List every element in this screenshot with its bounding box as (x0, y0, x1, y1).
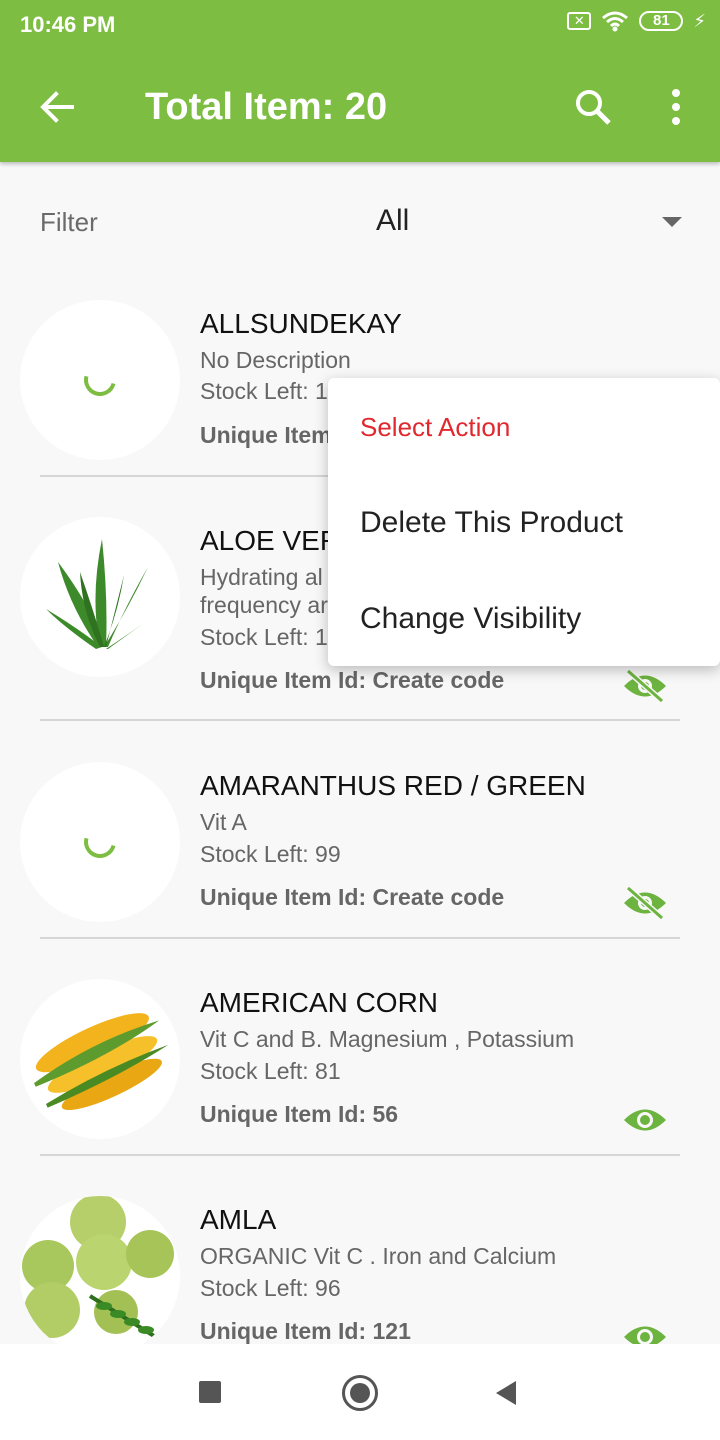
corn-image (34, 1013, 169, 1111)
back-triangle-icon[interactable] (496, 1381, 516, 1405)
product-stock: Stock Left: 81 (200, 1058, 341, 1084)
dropdown-arrow-icon[interactable] (662, 217, 682, 227)
filter-label: Filter (40, 207, 98, 237)
product-name: ALLSUNDEKAY (200, 308, 402, 339)
sim-icon: ✕ (567, 12, 592, 30)
product-unique-id: Unique Item Id: Create code (200, 667, 505, 693)
product-name: AMLA (200, 1204, 277, 1235)
back-arrow-icon[interactable] (34, 84, 80, 130)
list-item[interactable]: AMERICAN CORN Vit C and B. Magnesium , P… (0, 979, 720, 1196)
status-icons: ✕ 81 ⚡ (567, 10, 706, 32)
amla-image (22, 1196, 174, 1348)
product-image (20, 979, 180, 1139)
product-image (20, 1196, 180, 1356)
visibility-off-icon[interactable] (622, 886, 668, 920)
search-icon[interactable] (570, 84, 616, 130)
product-name: ALOE VER (200, 525, 341, 556)
loading-spinner-icon (78, 820, 122, 864)
product-description: Vit A (200, 809, 247, 835)
visibility-icon[interactable] (622, 1103, 668, 1137)
charging-icon: ⚡ (693, 10, 706, 31)
change-visibility-option[interactable]: Change Visibility (360, 602, 581, 636)
battery-icon: 81 (639, 11, 684, 31)
product-name: AMERICAN CORN (200, 987, 439, 1018)
product-unique-id: Unique Item Id: Create code (200, 884, 505, 910)
more-menu-icon[interactable] (654, 84, 698, 130)
status-bar: 10:46 PM ✕ 81 ⚡ (0, 0, 720, 50)
product-description: ORGANIC Vit C . Iron and Calcium (200, 1243, 557, 1269)
product-image (20, 517, 180, 677)
status-time: 10:46 PM (20, 12, 116, 37)
product-unique-id: Unique Item (200, 422, 332, 448)
filter-dropdown[interactable]: All (376, 204, 409, 238)
divider (40, 937, 680, 939)
product-image (20, 762, 180, 922)
aloe-vera-image (46, 539, 158, 649)
product-stock: Stock Left: 1 (200, 624, 328, 650)
product-unique-id: Unique Item Id: 56 (200, 1101, 399, 1127)
popup-title: Select Action (360, 412, 511, 442)
product-stock: Stock Left: 1 (200, 378, 328, 404)
home-icon[interactable] (342, 1375, 378, 1411)
product-unique-id: Unique Item Id: 121 (200, 1318, 411, 1344)
loading-spinner-icon (78, 358, 122, 402)
recents-icon[interactable] (199, 1381, 221, 1403)
app-bar: 10:46 PM ✕ 81 ⚡ Total Item: 20 (0, 0, 720, 162)
delete-product-option[interactable]: Delete This Product (360, 506, 623, 540)
system-nav-bar (0, 1344, 720, 1440)
divider (40, 719, 680, 721)
product-name: AMARANTHUS RED / GREEN (200, 770, 586, 801)
page-title: Total Item: 20 (145, 86, 388, 128)
product-description: Vit C and B. Magnesium , Potassium (200, 1026, 575, 1052)
product-stock: Stock Left: 96 (200, 1275, 341, 1301)
divider (40, 1154, 680, 1156)
wifi-icon (602, 11, 629, 32)
visibility-off-icon[interactable] (622, 669, 668, 703)
product-image (20, 300, 180, 460)
product-stock: Stock Left: 99 (200, 841, 341, 867)
list-item[interactable]: AMARANTHUS RED / GREEN Vit A Stock Left:… (0, 762, 720, 979)
action-popup-menu: Select Action Delete This Product Change… (328, 378, 720, 666)
product-description: No Description (200, 347, 351, 373)
